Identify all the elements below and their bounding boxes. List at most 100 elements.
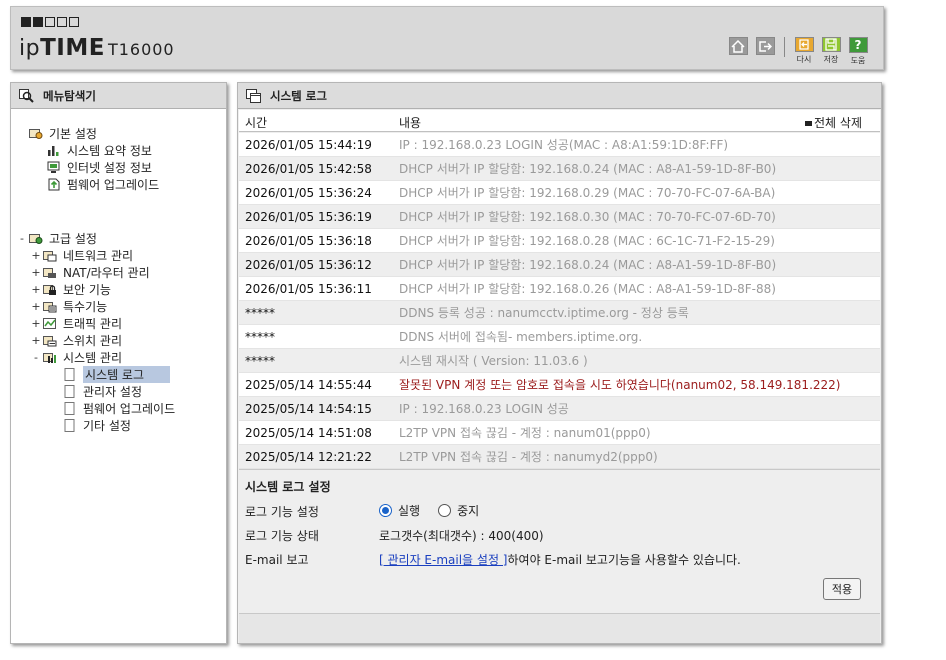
collapse-toggle[interactable]: -: [17, 232, 27, 245]
expand-toggle[interactable]: +: [31, 317, 41, 330]
log-time: *****: [245, 329, 275, 344]
tree-group-nat-router[interactable]: + NAT/라우터 관리: [31, 264, 150, 280]
log-time: 2026/01/05 15:36:18: [245, 233, 372, 248]
log-status-label: 로그 기능 상태: [245, 529, 319, 543]
home-button[interactable]: [727, 37, 749, 57]
page-icon: [64, 418, 75, 432]
log-row: 2025/05/14 14:54:15 IP : 192.168.0.23 LOG…: [239, 397, 880, 421]
radio-stop-label[interactable]: 중지: [457, 502, 479, 519]
menu-explorer-header: 메뉴탐색기: [11, 83, 226, 109]
apply-button[interactable]: 적용: [823, 578, 861, 600]
log-row: ***** DDNS 서버에 접속됨- members.iptime.org.: [239, 325, 880, 349]
lock-icon: [43, 284, 56, 295]
restore-button[interactable]: 다시: [793, 37, 815, 64]
tree-basic-settings[interactable]: 기본 설정: [29, 125, 97, 141]
log-time: 2025/05/14 14:51:08: [245, 425, 372, 440]
save-button[interactable]: 저장: [820, 37, 842, 64]
settings-title: 시스템 로그 설정: [245, 480, 331, 494]
monitor-icon: [47, 161, 60, 173]
tree-item-system-summary[interactable]: 시스템 요약 정보: [47, 142, 152, 158]
log-time: 2026/01/05 15:36:11: [245, 281, 372, 296]
log-content-error: 잘못된 VPN 계정 또는 암호로 접속을 시도 하였습니다(nanum02, …: [399, 378, 841, 392]
log-row: 2026/01/05 15:36:24 DHCP 서버가 IP 할당함: 192.…: [239, 181, 880, 205]
tree-item-firmware-upgrade-adv[interactable]: 펌웨어 업그레이드: [63, 400, 175, 416]
tree-item-admin-settings[interactable]: 관리자 설정: [63, 383, 142, 399]
system-log-panel: 시스템 로그 시간 내용 전체 삭제 2026/01/05 15:44:19 IP…: [237, 82, 882, 644]
tree-basic-label: 기본 설정: [49, 126, 97, 141]
expand-toggle[interactable]: +: [31, 283, 41, 296]
menu-explorer-title: 메뉴탐색기: [43, 88, 96, 103]
tree-group-label: 시스템 관리: [63, 350, 123, 365]
tree-group-special[interactable]: + 특수기능: [31, 298, 107, 314]
help-icon: ?: [848, 37, 868, 53]
bar-chart-icon: [48, 145, 59, 156]
column-time: 시간: [245, 116, 268, 130]
tree-group-network[interactable]: + 네트워크 관리: [31, 247, 133, 263]
expand-toggle[interactable]: +: [31, 300, 41, 313]
log-row: ***** DDNS 등록 성공 : nanumcctv.iptime.org -…: [239, 301, 880, 325]
email-report-value: [ 관리자 E-mail을 설정 ] 하여야 E-mail 보고기능을 사용할수…: [379, 551, 741, 568]
log-count-value: 로그갯수(최대갯수) : 400(400): [379, 529, 544, 543]
tree-group-label: 네트워크 관리: [63, 248, 134, 263]
log-content: DHCP 서버가 IP 할당함: 192.168.0.28 (MAC : 6C-…: [399, 234, 775, 248]
tree-item-internet-info[interactable]: 인터넷 설정 정보: [47, 159, 152, 175]
help-button[interactable]: ? 도움: [847, 37, 869, 65]
upgrade-icon: [48, 178, 60, 190]
tree-item-label: 기타 설정: [83, 418, 131, 433]
log-content: L2TP VPN 접속 끊김 - 계정 : nanumyd2(ppp0): [399, 450, 658, 464]
email-report-label: E-mail 보고: [245, 553, 309, 567]
tree-item-label: 인터넷 설정 정보: [67, 160, 152, 175]
window-icon: [246, 88, 261, 103]
save-caption: 저장: [823, 55, 839, 64]
radio-run-label[interactable]: 실행: [398, 502, 420, 519]
system-log-title: 시스템 로그: [270, 88, 327, 103]
tree-group-traffic[interactable]: + 트래픽 관리: [31, 315, 122, 331]
log-row: 2026/01/05 15:36:11 DHCP 서버가 IP 할당함: 192.…: [239, 277, 880, 301]
expand-toggle[interactable]: +: [31, 334, 41, 347]
expand-toggle[interactable]: +: [31, 266, 41, 279]
radio-stop[interactable]: [438, 504, 452, 517]
log-time: 2025/05/14 14:55:44: [245, 377, 372, 392]
tree-group-label: 트래픽 관리: [63, 316, 123, 331]
menu-explorer-panel: 메뉴탐색기 기본 설정 시스템 요약 정보 인터넷 설정 정보 펌웨어 업그레이…: [10, 82, 227, 644]
log-column-header: 시간 내용 전체 삭제: [239, 110, 880, 132]
log-time: 2026/01/05 15:36:19: [245, 209, 372, 224]
save-icon: [821, 37, 841, 52]
tree-group-system[interactable]: - 시스템 관리: [31, 349, 122, 365]
header-toolbar: 다시 저장 ? 도움: [722, 37, 869, 65]
tree-item-label-selected: 시스템 로그: [83, 365, 171, 383]
admin-email-link[interactable]: [ 관리자 E-mail을 설정 ]: [379, 551, 508, 568]
tree-item-firmware-upgrade[interactable]: 펌웨어 업그레이드: [47, 176, 159, 192]
magnifier-icon: [19, 88, 34, 103]
log-time: *****: [245, 353, 275, 368]
expand-toggle[interactable]: +: [31, 249, 41, 262]
log-row: 2025/05/14 14:51:08 L2TP VPN 접속 끊김 - 계정 :…: [239, 421, 880, 445]
log-content: L2TP VPN 접속 끊김 - 계정 : nanum01(ppp0): [399, 426, 651, 440]
log-content: IP : 192.168.0.23 LOGIN 성공: [399, 402, 569, 416]
tree-item-other-settings[interactable]: 기타 설정: [63, 417, 131, 433]
tree-advanced-settings[interactable]: - 고급 설정: [17, 230, 97, 246]
top-header: ipTIME T16000 다시 저장 ? 도움: [10, 6, 884, 70]
log-content: DDNS 서버에 접속됨- members.iptime.org.: [399, 330, 643, 344]
log-table: 2026/01/05 15:44:19 IP : 192.168.0.23 LOG…: [239, 133, 880, 469]
tree-advanced-label: 고급 설정: [49, 231, 97, 246]
tree-group-switch[interactable]: + 스위치 관리: [31, 332, 122, 348]
logout-button[interactable]: [754, 37, 776, 57]
clear-all-button[interactable]: 전체 삭제: [805, 114, 862, 131]
tree-item-label: 관리자 설정: [83, 384, 143, 399]
radio-run[interactable]: [379, 504, 392, 517]
log-content: DHCP 서버가 IP 할당함: 192.168.0.24 (MAC : A8-…: [399, 162, 777, 176]
column-content: 내용: [399, 116, 422, 130]
tree-item-system-log[interactable]: 시스템 로그: [63, 365, 171, 383]
tree-group-security[interactable]: + 보안 기능: [31, 281, 111, 297]
tree-item-label: 시스템 요약 정보: [67, 143, 152, 158]
collapse-toggle[interactable]: -: [31, 351, 41, 364]
log-row: 2026/01/05 15:44:19 IP : 192.168.0.23 LOG…: [239, 133, 880, 157]
log-status-value: 로그갯수(최대갯수) : 400(400): [379, 527, 544, 544]
log-content: DHCP 서버가 IP 할당함: 192.168.0.30 (MAC : 70-…: [399, 210, 776, 224]
special-function-icon: [43, 301, 57, 312]
tree-item-label: 펌웨어 업그레이드: [83, 401, 176, 416]
tree-group-label: NAT/라우터 관리: [63, 265, 150, 280]
email-report-note: 하여야 E-mail 보고기능을 사용할수 있습니다.: [507, 553, 741, 567]
page-icon: [64, 367, 75, 381]
